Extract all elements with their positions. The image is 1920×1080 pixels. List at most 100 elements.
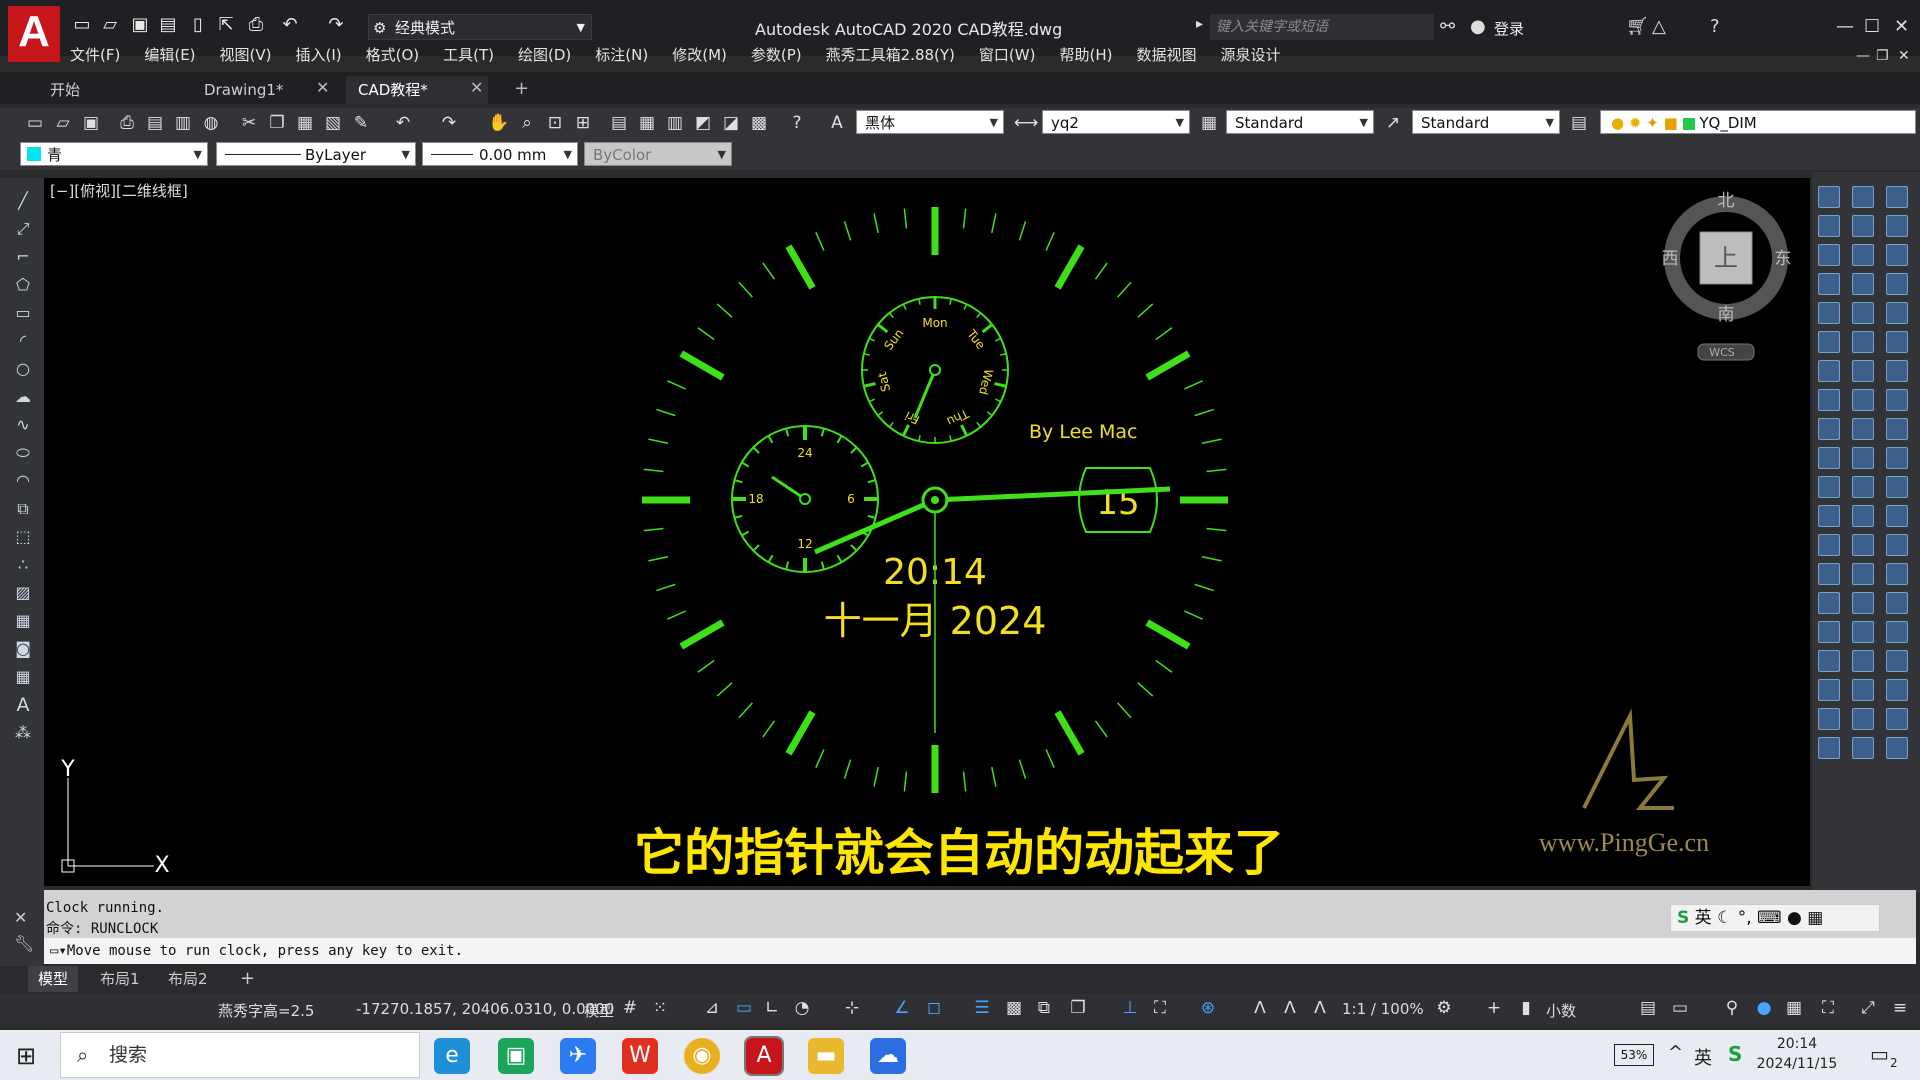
new-icon[interactable]: ▭ (72, 14, 92, 36)
command-line-input[interactable]: ▭▾Move mouse to run clock, press any key… (44, 938, 1916, 964)
plugin-tool-icon[interactable] (1818, 650, 1840, 672)
dim-style-select[interactable]: Standard ▼ (1226, 110, 1374, 134)
gizmo-icon[interactable]: ⊛ (1198, 998, 1218, 1020)
lock-ui-icon[interactable]: ▭ (1670, 998, 1690, 1020)
input-lang-indicator[interactable]: 英 (1694, 1044, 1712, 1070)
menu-tools[interactable]: 工具(T) (443, 46, 494, 64)
units-icon[interactable]: ▮ (1516, 998, 1536, 1020)
plugin-tool-icon[interactable] (1852, 360, 1874, 382)
plugin-tool-icon[interactable] (1818, 302, 1840, 324)
feishu-app-icon[interactable]: ✈ (560, 1038, 596, 1074)
doc-minimize-icon[interactable]: — (1856, 48, 1870, 64)
plugin-tool-icon[interactable] (1886, 447, 1908, 469)
autocad-taskbar-icon[interactable]: A (744, 1036, 784, 1076)
plugin-tool-icon[interactable] (1818, 447, 1840, 469)
transparency-icon[interactable]: ▩ (1004, 998, 1024, 1020)
plugin-tool-icon[interactable] (1852, 418, 1874, 440)
isodraft-icon[interactable]: ⊹ (842, 998, 862, 1020)
binoculars-icon[interactable]: ⚯ (1440, 16, 1455, 37)
plugin-tool-icon[interactable] (1818, 215, 1840, 237)
point-icon[interactable]: ∴ (12, 554, 34, 576)
menu-yuanquan[interactable]: 源泉设计 (1220, 46, 1280, 64)
plugin-tool-icon[interactable] (1886, 650, 1908, 672)
menu-dimension[interactable]: 标注(N) (595, 46, 648, 64)
login-button[interactable]: 登录 (1494, 18, 1524, 39)
dim-style-icon[interactable]: ⟷ (1014, 112, 1038, 134)
fullscreen-icon[interactable]: ⤢ (1858, 998, 1878, 1020)
battery-indicator[interactable]: 53% (1614, 1044, 1654, 1066)
units-select[interactable]: 小数 (1546, 1000, 1576, 1021)
plugin-tool-icon[interactable] (1886, 360, 1908, 382)
viewport-controls-label[interactable]: [−][俯视][二维线框] (50, 180, 188, 201)
plugin-tool-icon[interactable] (1886, 679, 1908, 701)
text-style-select[interactable]: yq2 ▼ (1042, 110, 1190, 134)
markup-icon[interactable]: ◪ (720, 112, 742, 134)
plugin-tool-icon[interactable] (1886, 737, 1908, 759)
menu-view[interactable]: 视图(V) (220, 46, 272, 64)
plugin-tool-icon[interactable] (1852, 563, 1874, 585)
menu-modify[interactable]: 修改(M) (672, 46, 727, 64)
spline-icon[interactable]: ∿ (12, 414, 34, 436)
tab-cad-tutorial[interactable]: CAD教程* (346, 76, 488, 104)
plugin-tool-icon[interactable] (1852, 679, 1874, 701)
plugin-tool-icon[interactable] (1886, 621, 1908, 643)
grid-icon[interactable]: # (620, 998, 640, 1020)
minimize-icon[interactable]: — (1836, 16, 1854, 37)
polyline-icon[interactable]: ⌐ (12, 246, 34, 268)
polygon-icon[interactable]: ⬠ (12, 274, 34, 296)
save-file-icon[interactable]: ▣ (80, 112, 102, 134)
table-style-icon[interactable]: ▦ (1198, 112, 1220, 134)
search-input[interactable]: 键入关键字或短语 (1210, 14, 1434, 40)
3d-osnap-icon[interactable]: ❐ (1068, 998, 1088, 1020)
plot-icon[interactable]: ⎙ (116, 112, 138, 134)
save-as-icon[interactable]: ▤ (158, 14, 178, 36)
tab-layout1[interactable]: 布局1 (90, 966, 150, 992)
region-icon[interactable]: ◙ (12, 638, 34, 660)
isolate-objects-icon[interactable]: ⚲ (1722, 998, 1742, 1020)
insert-block-icon[interactable]: ⧉ (12, 498, 34, 520)
globe-icon[interactable]: ◍ (200, 112, 222, 134)
dynamic-ucs-icon[interactable]: ⊥ (1120, 998, 1140, 1020)
plugin-tool-icon[interactable] (1886, 476, 1908, 498)
copy-icon[interactable]: ❐ (266, 112, 288, 134)
cloud-app-icon[interactable]: ☁ (870, 1038, 906, 1074)
polar-icon[interactable]: ◔ (792, 998, 812, 1020)
plugin-tool-icon[interactable] (1852, 476, 1874, 498)
plugin-tool-icon[interactable] (1886, 331, 1908, 353)
ime-toolbar[interactable]: S 英 ☾ °, ⌨ ● ▦ (1670, 904, 1880, 932)
ellipse-icon[interactable]: ⬭ (12, 442, 34, 464)
add-selected-icon[interactable]: ⁂ (12, 722, 34, 744)
plugin-tool-icon[interactable] (1886, 418, 1908, 440)
maximize-icon[interactable]: ☐ (1864, 16, 1880, 37)
ellipse-arc-icon[interactable]: ◠ (12, 470, 34, 492)
plugin-tool-icon[interactable] (1818, 592, 1840, 614)
tab-close-icon[interactable]: ✕ (316, 78, 329, 97)
yanxiu-text-height[interactable]: 燕秀字高=2.5 (218, 1000, 314, 1021)
menu-dataview[interactable]: 数据视图 (1136, 46, 1196, 64)
plugin-tool-icon[interactable] (1818, 360, 1840, 382)
line-icon[interactable]: ╱ (12, 190, 34, 212)
cut-icon[interactable]: ✂ (238, 112, 260, 134)
plugin-tool-icon[interactable] (1852, 737, 1874, 759)
workspace-select[interactable]: ⚙ 经典模式 ▼ (368, 14, 592, 40)
edge-app-icon[interactable]: e (434, 1038, 470, 1074)
plugin-tool-icon[interactable] (1852, 534, 1874, 556)
menu-edit[interactable]: 编辑(E) (144, 46, 195, 64)
tool-palette-icon[interactable]: ▥ (664, 112, 686, 134)
pan-icon[interactable]: ✋ (488, 112, 510, 134)
quick-properties-icon[interactable]: ▤ (1638, 998, 1658, 1020)
redo-tb-icon[interactable]: ↷ (438, 112, 460, 134)
menu-window[interactable]: 窗口(W) (979, 46, 1036, 64)
plugin-tool-icon[interactable] (1852, 331, 1874, 353)
lineweight-select[interactable]: 0.00 mm ▼ (422, 142, 578, 166)
drawing-canvas[interactable]: Mon Tue Wed Thu Fri Sat Sun 24 6 12 18 B… (44, 178, 1810, 886)
plugin-tool-icon[interactable] (1852, 244, 1874, 266)
cart-icon[interactable]: 🛒︎ (1626, 16, 1649, 37)
dynamic-input-icon[interactable]: ▭ (734, 998, 754, 1020)
taskbar-search[interactable]: ⌕ 搜索 (60, 1032, 420, 1078)
annotation-monitor-plus-icon[interactable]: + (1484, 998, 1504, 1020)
plugin-tool-icon[interactable] (1852, 389, 1874, 411)
tab-start[interactable]: 开始 (38, 76, 182, 104)
hatch-icon[interactable]: ▨ (12, 582, 34, 604)
tab-close-icon[interactable]: ✕ (470, 78, 483, 97)
